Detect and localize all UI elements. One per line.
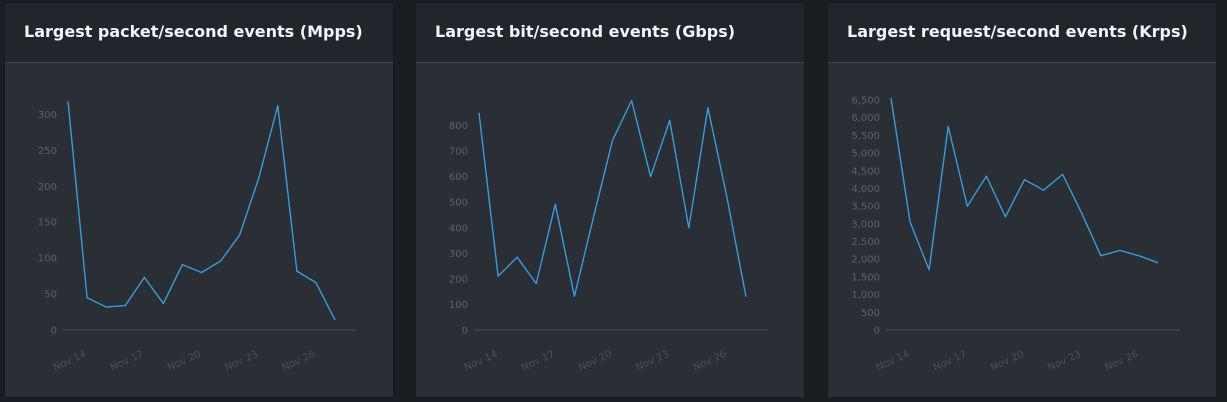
- series-line: [67, 101, 336, 321]
- x-tick-label: Nov 17: [109, 349, 146, 374]
- x-tick-label: Nov 14: [52, 349, 89, 374]
- packets-per-second-panel: Largest packet/second events (Mpps) 0 50 1…: [4, 2, 394, 398]
- y-tick-label: 6,500: [851, 96, 880, 107]
- x-tick-label: Nov 17: [520, 349, 557, 374]
- y-tick-label: 500: [861, 308, 880, 319]
- y-tick-label: 5,500: [851, 131, 880, 142]
- y-tick-label: 50: [44, 290, 57, 301]
- panel-title: Largest packet/second events (Mpps): [24, 22, 363, 41]
- y-tick-label: 1,000: [851, 290, 880, 301]
- y-tick-label: 200: [449, 274, 468, 285]
- y-tick-label: 3,500: [851, 202, 880, 213]
- panel-title: Largest request/second events (Krps): [847, 22, 1188, 41]
- y-tick-label: 300: [449, 249, 468, 260]
- x-tick-label: Nov 20: [166, 349, 203, 374]
- y-tick-label: 0: [874, 326, 880, 337]
- y-tick-label: 500: [449, 198, 468, 209]
- x-tick-label: Nov 26: [691, 349, 728, 374]
- y-tick-label: 800: [449, 121, 468, 132]
- x-tick-label: Nov 20: [577, 349, 614, 374]
- y-tick-label: 2,500: [851, 237, 880, 248]
- y-tick-label: 700: [449, 147, 468, 158]
- y-tick-label: 100: [449, 300, 468, 311]
- y-tick-label: 3,000: [851, 219, 880, 230]
- x-tick-label: Nov 23: [634, 349, 671, 374]
- y-tick-label: 2,000: [851, 255, 880, 266]
- panel-header: Largest bit/second events (Gbps): [416, 3, 804, 63]
- x-tick-label: Nov 20: [989, 349, 1026, 374]
- panel-header: Largest packet/second events (Mpps): [5, 3, 393, 63]
- series-line: [890, 98, 1159, 271]
- y-tick-label: 1,500: [851, 272, 880, 283]
- bits-per-second-panel: Largest bit/second events (Gbps) 0 100 200…: [415, 2, 805, 398]
- y-tick-label: 6,000: [851, 113, 880, 124]
- requests-per-second-chart: 0 500 1,000 1,500 2,000 2,500 3,000 3,500 4,000 4…: [851, 96, 1180, 374]
- y-tick-label: 4,500: [851, 166, 880, 177]
- y-tick-label: 100: [38, 254, 57, 265]
- series-line: [478, 99, 747, 298]
- y-tick-label: 150: [38, 218, 57, 229]
- y-tick-label: 0: [51, 326, 57, 337]
- packets-per-second-chart: 0 50 100 150 200 250 300 Nov 14 Nov 17 Nov 20 Nov …: [38, 101, 357, 374]
- requests-per-second-panel: Largest request/second events (Krps) 0 50…: [827, 2, 1217, 398]
- y-tick-label: 300: [38, 110, 57, 121]
- x-tick-label: Nov 26: [280, 349, 317, 374]
- x-tick-label: Nov 17: [932, 349, 969, 374]
- bits-per-second-chart: 0 100 200 300 400 500 600 700 800 Nov 14 Nov 17 Nov…: [449, 99, 768, 374]
- y-tick-label: 250: [38, 146, 57, 157]
- y-tick-label: 5,000: [851, 149, 880, 160]
- x-tick-label: Nov 23: [1046, 349, 1083, 374]
- x-tick-label: Nov 14: [463, 349, 500, 374]
- y-tick-label: 200: [38, 182, 57, 193]
- x-tick-label: Nov 23: [223, 349, 260, 374]
- panel-header: Largest request/second events (Krps): [828, 3, 1216, 63]
- y-tick-label: 0: [462, 326, 468, 337]
- x-tick-label: Nov 26: [1103, 349, 1140, 374]
- y-tick-label: 400: [449, 223, 468, 234]
- y-tick-label: 600: [449, 172, 468, 183]
- x-tick-label: Nov 14: [875, 349, 912, 374]
- y-tick-label: 4,000: [851, 184, 880, 195]
- panel-title: Largest bit/second events (Gbps): [435, 22, 736, 41]
